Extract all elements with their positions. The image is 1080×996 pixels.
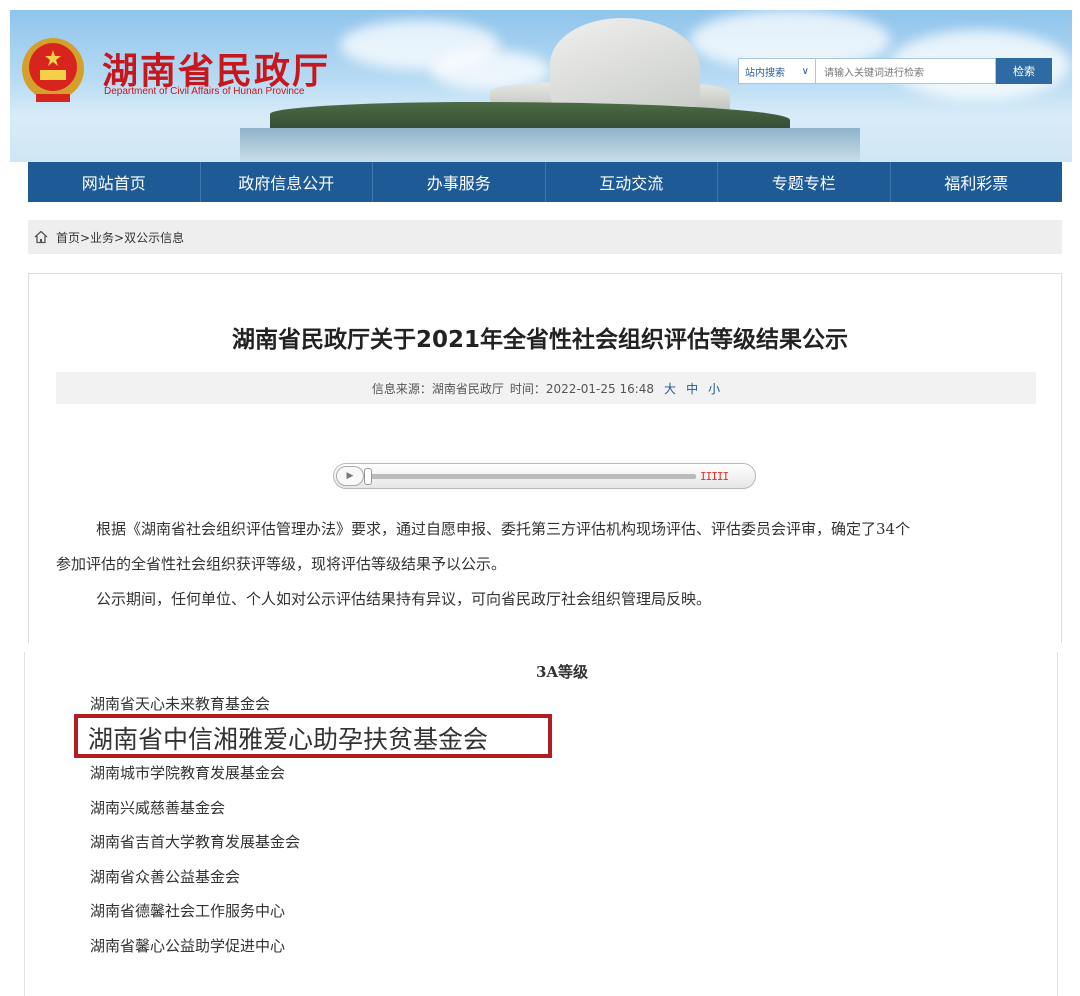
article-title: 湖南省民政厅关于2021年全省性社会组织评估等级结果公示 [231, 327, 848, 353]
search-input[interactable]: 请输入关键词进行检索 [816, 58, 996, 84]
list-item: 湖南省众善公益基金会 [90, 868, 241, 886]
article-paragraph-2: 公示期间，任何单位、个人如对公示评估结果持有异议，可向省民政厅社会组织管理局反映… [96, 590, 712, 608]
list-item: 湖南省天心未来教育基金会 [90, 695, 271, 713]
search-scope-select[interactable]: 站内搜索 ∨ [738, 58, 816, 84]
audio-progress-handle[interactable] [364, 468, 372, 485]
main-nav: 网站首页 政府信息公开 办事服务 互动交流 专题专栏 福利彩票 [28, 162, 1062, 202]
breadcrumb: 首页>业务>双公示信息 [28, 220, 1062, 254]
article-paragraph-1-cont: 参加评估的全省性社会组织获评等级，现将评估等级结果予以公示。 [56, 555, 507, 573]
audio-progress-track[interactable] [366, 474, 696, 479]
meta-source: 信息来源：湖南省民政厅 [371, 381, 504, 396]
nav-item-topics[interactable]: 专题专栏 [718, 162, 891, 202]
font-size-medium-link[interactable]: 中 [686, 380, 698, 397]
volume-icon[interactable]: IIIII [700, 470, 729, 483]
font-size-large-link[interactable]: 大 [664, 380, 676, 397]
play-icon[interactable]: ▶ [336, 466, 364, 486]
list-item: 湖南兴威慈善基金会 [90, 799, 226, 817]
search-button[interactable]: 检索 [996, 58, 1052, 84]
list-item: 湖南省吉首大学教育发展基金会 [90, 833, 301, 851]
article-paragraph-1: 根据《湖南省社会组织评估管理办法》要求，通过自愿申报、委托第三方评估机构现场评估… [96, 520, 911, 538]
nav-item-lottery[interactable]: 福利彩票 [891, 162, 1063, 202]
article-meta: 信息来源：湖南省民政厅 时间：2022-01-25 16:48 大 中 小 [56, 372, 1036, 404]
nav-item-home[interactable]: 网站首页 [28, 162, 201, 202]
river-image [240, 128, 860, 162]
grade-heading: 3A等级 [535, 663, 589, 681]
nav-item-gov-info[interactable]: 政府信息公开 [201, 162, 373, 202]
statue-image [550, 18, 700, 114]
meta-time: 时间：2022-01-25 16:48 [509, 381, 655, 396]
nav-item-interaction[interactable]: 互动交流 [546, 162, 718, 202]
home-icon[interactable] [34, 230, 48, 244]
audio-player: ▶ IIIII [333, 463, 756, 489]
list-item: 湖南城市学院教育发展基金会 [90, 764, 286, 782]
font-size-small-link[interactable]: 小 [708, 380, 720, 397]
list-item: 湖南省馨心公益助学促进中心 [90, 937, 286, 955]
search-bar: 站内搜索 ∨ 请输入关键词进行检索 检索 [738, 58, 1052, 84]
list-item: 湖南省德馨社会工作服务中心 [90, 902, 286, 920]
nav-item-services[interactable]: 办事服务 [373, 162, 546, 202]
national-emblem-icon [22, 38, 84, 102]
breadcrumb-text[interactable]: 首页>业务>双公示信息 [56, 229, 184, 246]
site-subtitle: Department of Civil Affairs of Hunan Pro… [104, 86, 305, 97]
list-item-highlighted: 湖南省中信湘雅爱心助孕扶贫基金会 [88, 725, 489, 754]
chevron-down-icon: ∨ [801, 65, 809, 77]
search-scope-label: 站内搜索 [745, 67, 785, 79]
